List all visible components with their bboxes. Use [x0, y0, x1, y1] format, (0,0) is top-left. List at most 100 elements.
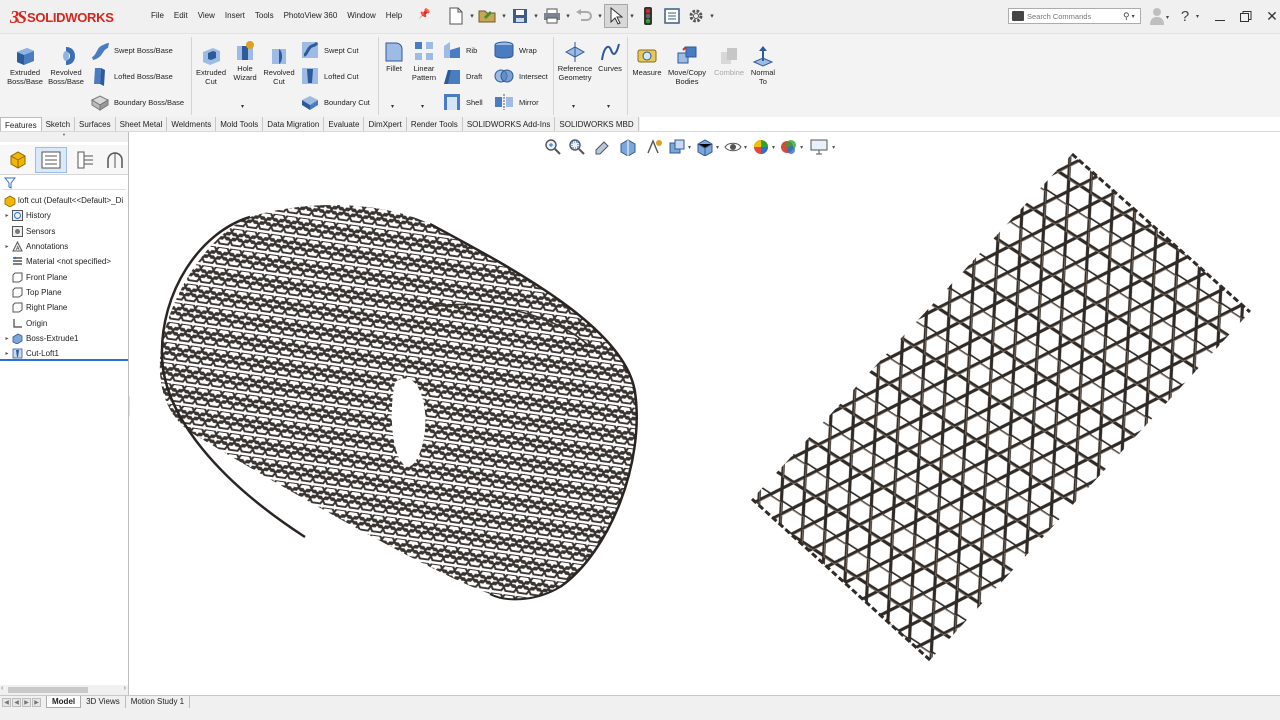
- chevron-down-icon[interactable]: ▾: [772, 144, 775, 151]
- chevron-down-icon[interactable]: ▾: [596, 12, 604, 20]
- chevron-down-icon[interactable]: ▾: [468, 12, 476, 20]
- menu-file[interactable]: File: [146, 11, 169, 20]
- apply-scene-icon[interactable]: [780, 137, 798, 157]
- tab-sheet-metal[interactable]: Sheet Metal: [116, 117, 168, 132]
- mirror-button[interactable]: Mirror: [493, 92, 539, 112]
- chevron-down-icon[interactable]: ▾: [391, 103, 394, 110]
- property-manager-tab-icon[interactable]: [35, 147, 67, 173]
- tree-item-origin[interactable]: Origin: [0, 315, 128, 330]
- lofted-boss-button[interactable]: Lofted Boss/Base: [90, 66, 173, 86]
- first-tab-icon[interactable]: ◀: [2, 697, 11, 707]
- chevron-down-icon[interactable]: ▾: [532, 12, 540, 20]
- search-commands[interactable]: ⚲ ▾: [1008, 8, 1141, 24]
- scroll-left-icon[interactable]: ‹: [1, 685, 3, 692]
- expand-arrow-icon[interactable]: ▸: [3, 335, 11, 342]
- boundary-cut-button[interactable]: Boundary Cut: [300, 92, 370, 112]
- restore-icon[interactable]: [1233, 10, 1259, 22]
- tree-item-annotations[interactable]: ▸ A Annotations: [0, 239, 128, 254]
- tree-item-front-plane[interactable]: Front Plane: [0, 269, 128, 284]
- intersect-button[interactable]: Intersect: [493, 66, 548, 86]
- configuration-manager-tab-icon[interactable]: [70, 147, 102, 173]
- menu-photoview[interactable]: PhotoView 360: [279, 11, 343, 20]
- swept-cut-button[interactable]: Swept Cut: [300, 40, 359, 60]
- undo-icon[interactable]: [572, 4, 596, 28]
- chevron-down-icon[interactable]: ▾: [708, 12, 716, 20]
- chevron-down-icon[interactable]: ▾: [241, 103, 244, 110]
- tree-item-sensors[interactable]: Sensors: [0, 224, 128, 239]
- chevron-down-icon[interactable]: ▾: [716, 144, 719, 151]
- lofted-cut-button[interactable]: Lofted Cut: [300, 66, 359, 86]
- honeycomb-cylinder-right[interactable]: [730, 142, 1270, 682]
- feature-manager-tab-icon[interactable]: [2, 147, 34, 173]
- scrollbar-thumb[interactable]: [8, 687, 88, 693]
- revolved-boss-button[interactable]: Revolved Boss/Base: [46, 44, 86, 86]
- close-icon[interactable]: ✕: [1259, 8, 1280, 25]
- tree-item-top-plane[interactable]: Top Plane: [0, 285, 128, 300]
- draft-button[interactable]: Draft: [442, 66, 482, 86]
- dimxpert-tab-icon[interactable]: [104, 147, 126, 173]
- panel-grip-icon[interactable]: •: [0, 132, 128, 142]
- next-tab-icon[interactable]: ▶: [22, 697, 31, 707]
- filter-icon[interactable]: [3, 177, 17, 189]
- expand-arrow-icon[interactable]: ▸: [3, 212, 11, 219]
- measure-button[interactable]: Measure: [630, 44, 664, 77]
- menu-view[interactable]: View: [193, 11, 220, 20]
- tree-root[interactable]: loft cut (Default<<Default>_Di: [0, 193, 128, 208]
- tab-motion-study-1[interactable]: Motion Study 1: [126, 696, 191, 708]
- tab-weldments[interactable]: Weldments: [167, 117, 217, 132]
- hide-show-items-icon[interactable]: [724, 137, 742, 157]
- tab-solidworks-mbd[interactable]: SOLIDWORKS MBD: [555, 117, 639, 132]
- menu-help[interactable]: Help: [381, 11, 407, 20]
- tab-dimxpert[interactable]: DimXpert: [364, 117, 407, 132]
- options-gear-icon[interactable]: [684, 4, 708, 28]
- menu-edit[interactable]: Edit: [169, 11, 193, 20]
- normal-to-button[interactable]: Normal To: [746, 44, 780, 86]
- wrap-button[interactable]: Wrap: [493, 40, 537, 60]
- new-document-icon[interactable]: [444, 4, 468, 28]
- extruded-boss-button[interactable]: Extruded Boss/Base: [4, 44, 46, 86]
- rebuild-traffic-light-icon[interactable]: [636, 4, 660, 28]
- chevron-down-icon[interactable]: ▾: [572, 103, 575, 110]
- curves-button[interactable]: Curves: [595, 40, 625, 73]
- chevron-down-icon[interactable]: ▾: [688, 144, 691, 151]
- tree-item-right-plane[interactable]: Right Plane: [0, 300, 128, 315]
- open-folder-icon[interactable]: [476, 4, 500, 28]
- linear-pattern-button[interactable]: Linear Pattern: [408, 40, 440, 82]
- menu-tools[interactable]: Tools: [250, 11, 279, 20]
- chevron-down-icon[interactable]: ▾: [564, 12, 572, 20]
- honeycomb-cylinder-left[interactable]: [130, 172, 690, 632]
- revolved-cut-button[interactable]: Revolved Cut: [261, 44, 297, 86]
- panel-horizontal-scrollbar[interactable]: ‹ ›: [0, 685, 128, 695]
- tree-item-material[interactable]: Material <not specified>: [0, 254, 128, 269]
- chevron-down-icon[interactable]: ▾: [832, 144, 835, 151]
- shell-button[interactable]: Shell: [442, 92, 483, 112]
- rollback-bar[interactable]: [0, 359, 128, 361]
- section-view-icon[interactable]: [616, 137, 640, 157]
- reference-geometry-button[interactable]: Reference Geometry: [556, 40, 594, 82]
- tab-sketch[interactable]: Sketch: [42, 117, 76, 132]
- pin-icon[interactable]: 📌: [418, 9, 430, 20]
- search-input[interactable]: [1027, 11, 1123, 21]
- boundary-boss-button[interactable]: Boundary Boss/Base: [90, 92, 184, 112]
- help-icon[interactable]: ?: [1174, 8, 1196, 25]
- menu-insert[interactable]: Insert: [220, 11, 250, 20]
- edit-appearance-icon[interactable]: [752, 137, 770, 157]
- swept-boss-button[interactable]: Swept Boss/Base: [90, 40, 173, 60]
- tab-surfaces[interactable]: Surfaces: [75, 117, 116, 132]
- dynamic-annotation-icon[interactable]: [642, 137, 666, 157]
- move-copy-bodies-button[interactable]: Move/Copy Bodies: [665, 44, 709, 86]
- rib-button[interactable]: Rib: [442, 40, 477, 60]
- tree-item-history[interactable]: ▸ History: [0, 208, 128, 223]
- tab-3d-views[interactable]: 3D Views: [81, 696, 126, 708]
- tab-mold-tools[interactable]: Mold Tools: [216, 117, 264, 132]
- tab-render-tools[interactable]: Render Tools: [407, 117, 463, 132]
- tree-item-boss-extrude1[interactable]: ▸ Boss-Extrude1: [0, 331, 128, 346]
- chevron-down-icon[interactable]: ▾: [500, 12, 508, 20]
- save-icon[interactable]: [508, 4, 532, 28]
- chevron-down-icon[interactable]: ▾: [607, 103, 610, 110]
- scroll-right-icon[interactable]: ›: [124, 685, 126, 692]
- search-icon[interactable]: ⚲: [1123, 11, 1130, 22]
- tree-filter[interactable]: [2, 176, 126, 190]
- user-icon[interactable]: [1148, 5, 1166, 27]
- last-tab-icon[interactable]: ▶: [32, 697, 41, 707]
